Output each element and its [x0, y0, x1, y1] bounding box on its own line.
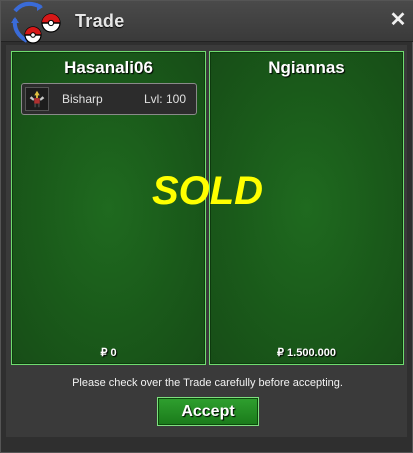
- pokemon-name: Bisharp: [62, 92, 103, 106]
- pokedollar-icon: ₽: [100, 347, 108, 359]
- right-money-amount: 1.500.000: [287, 347, 336, 359]
- trade-window: Trade ✕ Hasanali06 Bisharp Lvl: 100 ₽0 N…: [0, 0, 413, 453]
- left-player-name: Hasanali06: [64, 58, 153, 77]
- trade-notice: Please check over the Trade carefully be…: [72, 377, 343, 389]
- accept-button[interactable]: Accept: [157, 397, 259, 426]
- title-bar[interactable]: Trade ✕: [1, 1, 413, 44]
- pokedollar-icon: ₽: [277, 347, 285, 359]
- bisharp-sprite-icon: [25, 87, 49, 111]
- pokeball-logo-icon: [11, 1, 61, 44]
- pokemon-level: Lvl: 100: [143, 92, 186, 106]
- close-button[interactable]: ✕: [388, 10, 408, 30]
- left-money-amount: 0: [110, 347, 117, 359]
- window-title: Trade: [75, 11, 125, 31]
- pokemon-slot[interactable]: Bisharp Lvl: 100: [21, 83, 197, 115]
- left-money: ₽0: [12, 346, 205, 359]
- left-trade-panel: Hasanali06 Bisharp Lvl: 100 ₽0: [11, 51, 206, 365]
- right-player-name: Ngiannas: [268, 58, 345, 77]
- right-trade-panel: Ngiannas ₽1.500.000: [209, 51, 404, 365]
- right-money: ₽1.500.000: [210, 346, 403, 359]
